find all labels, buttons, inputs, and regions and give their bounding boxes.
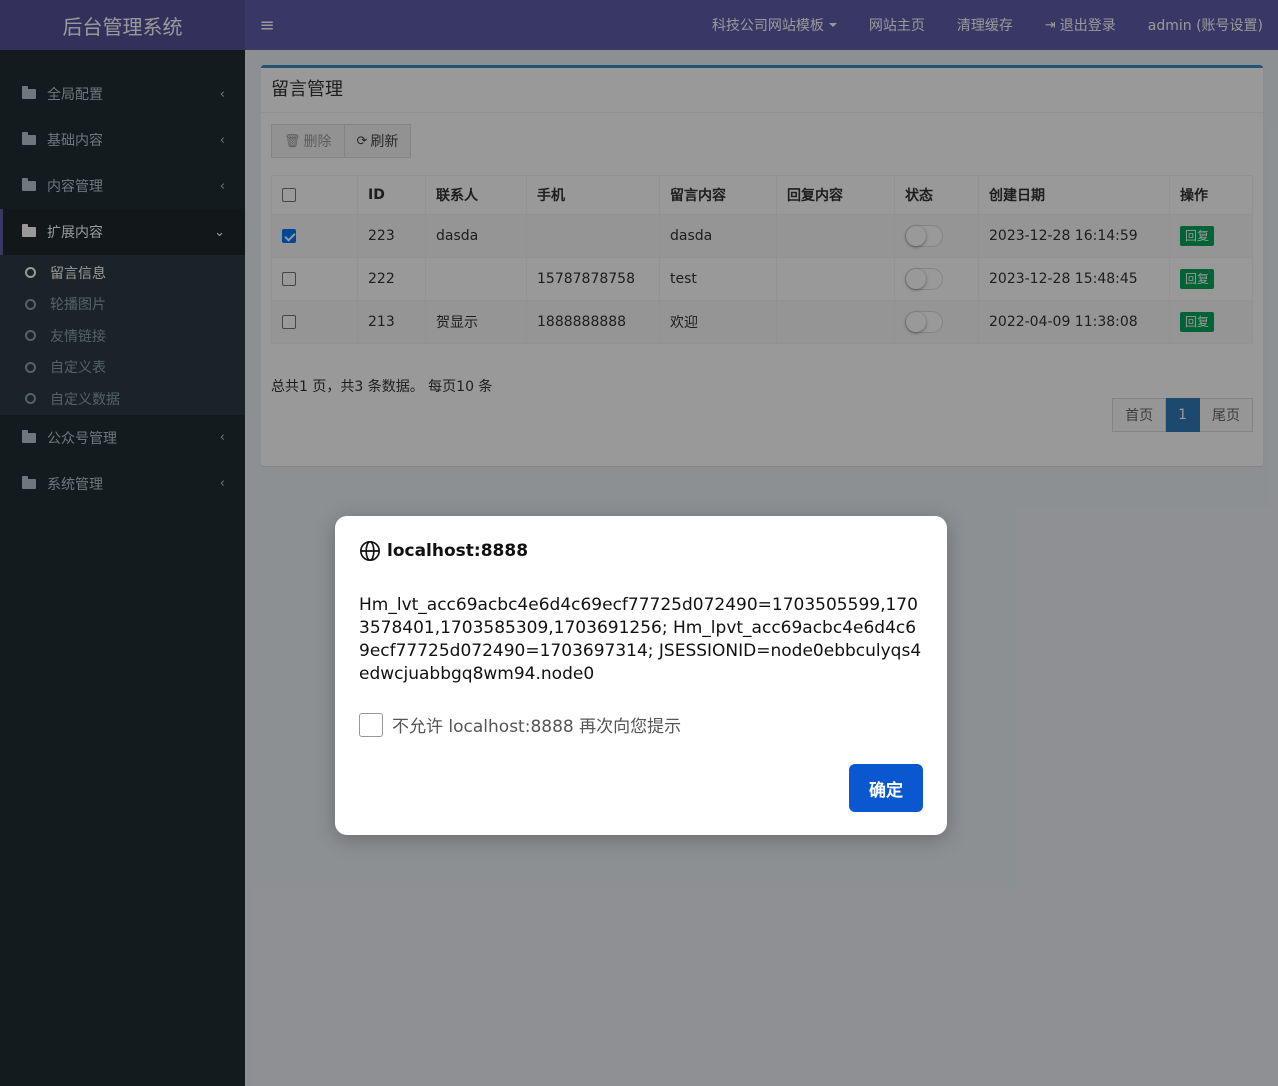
globe-icon — [360, 541, 380, 561]
suppress-checkbox[interactable] — [359, 712, 383, 737]
suppress-label: 不允许 localhost:8888 再次向您提示 — [392, 717, 682, 737]
ok-button[interactable]: 确定 — [849, 764, 923, 812]
dialog-origin: localhost:8888 — [387, 541, 529, 561]
suppress-dialogs-option[interactable]: 不允许 localhost:8888 再次向您提示 — [359, 712, 681, 737]
dialog-message: Hm_lvt_acc69acbc4e6d4c69ecf77725d072490=… — [359, 595, 922, 684]
dialog-header: localhost:8888 — [359, 540, 528, 562]
alert-dialog: localhost:8888 Hm_lvt_acc69acbc4e6d4c69e… — [335, 516, 947, 835]
